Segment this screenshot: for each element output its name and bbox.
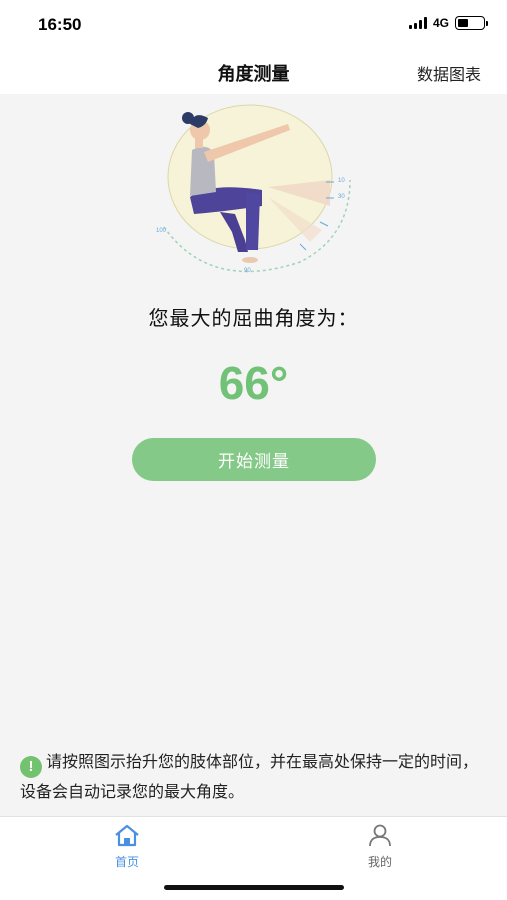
tab-mine-label: 我的: [367, 855, 392, 869]
tab-home-label: 首页: [114, 855, 139, 869]
instruction-text: 请按照图示抬升您的肢体部位，并在最高处保持一定的时间，设备会自动记录您的最大角度…: [20, 752, 479, 801]
signal-icon: [408, 17, 427, 29]
max-angle-question: 您最大的屈曲角度为：: [148, 306, 359, 330]
battery-icon: [455, 16, 488, 30]
instruction-tip: ! 请按照图示抬升您的肢体部位，并在最高处保持一定的时间，设备会自动记录您的最大角…: [20, 748, 490, 805]
network-type: 4G: [432, 16, 449, 30]
start-measure-button[interactable]: 开始测量: [132, 438, 376, 481]
person-icon: [369, 824, 391, 847]
nav-bar: 角度测量 数据图表: [0, 50, 507, 94]
max-angle-value: 66°: [218, 357, 289, 409]
yoga-knee-raise-illustration: 10 30 90 100: [150, 102, 360, 282]
gauge-label: 30: [338, 194, 345, 200]
home-icon: [115, 824, 139, 847]
home-indicator: [164, 885, 344, 890]
exclamation-icon: !: [20, 756, 42, 778]
gauge-label: 100: [156, 228, 167, 234]
data-chart-link[interactable]: 数据图表: [417, 61, 481, 85]
gauge-label: 10: [338, 178, 345, 184]
tab-home[interactable]: 首页: [87, 823, 167, 870]
status-indicators: 4G: [408, 16, 488, 30]
gauge-label: 90: [244, 268, 251, 274]
tab-mine[interactable]: 我的: [340, 823, 420, 870]
status-time: 16:50: [38, 15, 82, 34]
battery-level: [458, 19, 468, 27]
status-bar: 16:50 4G: [0, 0, 507, 50]
